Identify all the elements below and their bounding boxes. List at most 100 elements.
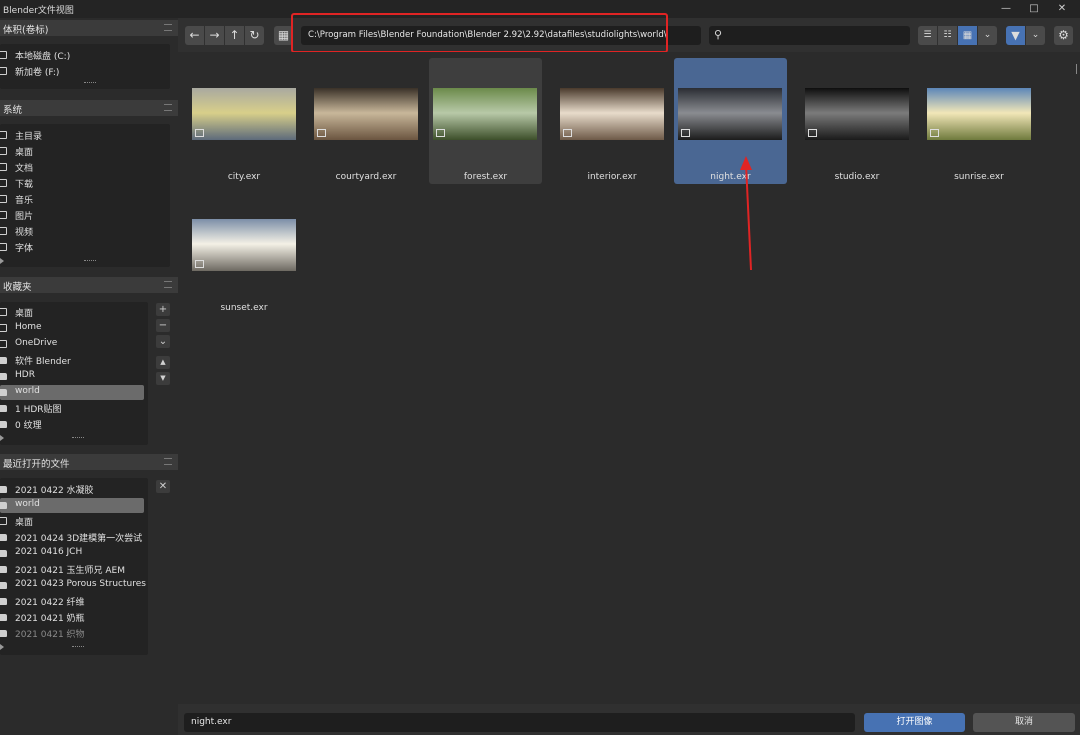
recent-item-selected[interactable]: world <box>0 498 144 513</box>
volumes-header[interactable]: 体积(卷标) <box>0 20 178 36</box>
expand-triangle-icon[interactable] <box>0 644 4 650</box>
home-icon <box>0 131 7 139</box>
move-down-icon[interactable]: ▼ <box>156 372 170 385</box>
expand-triangle-icon[interactable] <box>0 435 4 441</box>
parent-directory-icon[interactable]: ↑ <box>225 26 244 45</box>
recent-header[interactable]: 最近打开的文件 <box>0 454 178 470</box>
system-title: 系统 <box>3 105 23 116</box>
filter-chevron-down-icon[interactable]: ⌄ <box>1026 26 1045 45</box>
volume-item[interactable]: 本地磁盘 (C:) <box>0 48 144 63</box>
horizontal-list-icon[interactable]: ☷ <box>938 26 957 45</box>
system-item-home[interactable]: 主目录 <box>0 128 144 143</box>
bookmark-item[interactable]: 软件 Blender <box>0 353 144 368</box>
bookmark-menu-chevron-icon[interactable]: ⌄ <box>156 335 170 348</box>
folder-icon <box>0 614 7 621</box>
bookmark-item[interactable]: 1 HDR贴图 <box>0 401 144 416</box>
volumes-title: 体积(卷标) <box>3 25 49 36</box>
list-view-icon[interactable]: ☰ <box>918 26 937 45</box>
filter-icon[interactable]: ▼ <box>1006 26 1025 45</box>
system-item-desktop[interactable]: 桌面 <box>0 144 144 159</box>
bookmarks-header[interactable]: 收藏夹 <box>0 277 178 293</box>
drag-grip-icon[interactable] <box>164 24 172 31</box>
file-thumbnail[interactable]: city.exr <box>183 58 296 184</box>
search-input[interactable]: ⚲ <box>709 26 910 45</box>
file-thumbnail[interactable]: studio.exr <box>796 58 909 184</box>
cloud-icon <box>0 340 7 348</box>
thumbnail-image <box>927 88 1031 140</box>
thumbnail-view-icon[interactable]: ▦ <box>958 26 977 45</box>
folder-icon <box>0 421 7 428</box>
system-item-fonts[interactable]: 字体 <box>0 240 144 255</box>
recent-item[interactable]: 2021 0416 JCH <box>0 546 144 561</box>
annotation-arrow <box>740 156 752 271</box>
volume-item[interactable]: 新加卷 (F:) <box>0 64 144 79</box>
folder-icon <box>0 630 7 637</box>
folder-icon <box>0 598 7 605</box>
recent-item[interactable]: 2021 0421 玉生师兄 AEM <box>0 562 144 577</box>
add-bookmark-button[interactable]: + <box>156 303 170 316</box>
folder-icon <box>0 582 7 589</box>
bookmark-item[interactable]: Home <box>0 321 144 336</box>
bookmark-item[interactable]: 桌面 <box>0 305 144 320</box>
back-arrow-icon[interactable]: ← <box>185 26 204 45</box>
file-thumbnail[interactable]: sunrise.exr <box>918 58 1031 184</box>
recent-item[interactable]: 2021 0424 3D建模第一次尝试 <box>0 530 144 545</box>
bookmark-item[interactable]: 0 纹理 <box>0 417 144 432</box>
close-icon[interactable]: ✕ <box>1048 1 1076 17</box>
expand-triangle-icon[interactable] <box>0 258 4 264</box>
drive-icon <box>0 67 7 75</box>
file-thumbnail[interactable]: sunset.exr <box>183 189 296 315</box>
file-thumbnail[interactable]: courtyard.exr <box>305 58 418 184</box>
recent-item[interactable]: 2021 0421 奶瓶 <box>0 610 144 625</box>
home-icon <box>0 324 7 332</box>
forward-arrow-icon[interactable]: → <box>205 26 224 45</box>
recent-item[interactable]: 2021 0423 Porous Structures <box>0 578 146 593</box>
image-icon <box>317 129 326 137</box>
image-icon <box>195 260 204 268</box>
bookmark-item[interactable]: OneDrive <box>0 337 144 352</box>
bookmark-item-selected[interactable]: world <box>0 385 144 400</box>
folder-icon <box>0 486 7 493</box>
system-item-downloads[interactable]: 下载 <box>0 176 144 191</box>
file-thumbnail[interactable]: interior.exr <box>551 58 664 184</box>
resize-dots-icon[interactable] <box>84 82 96 86</box>
folder-icon <box>0 534 7 541</box>
window-title: Blender文件视图 <box>3 6 74 16</box>
folder-icon <box>0 373 7 380</box>
drive-icon <box>0 51 7 59</box>
maximize-icon[interactable]: □ <box>1020 1 1048 17</box>
file-name: interior.exr <box>587 172 637 182</box>
recent-item[interactable]: 桌面 <box>0 514 144 529</box>
recent-item[interactable]: 2021 0421 织物 <box>0 626 144 641</box>
clear-recent-button[interactable]: ✕ <box>156 480 170 493</box>
side-panel-toggle-icon[interactable] <box>1076 64 1080 74</box>
resize-dots-icon[interactable] <box>72 437 84 441</box>
font-icon <box>0 243 7 251</box>
minimize-icon[interactable]: — <box>992 1 1020 17</box>
open-image-button[interactable]: 打开图像 <box>864 713 965 732</box>
file-thumbnail-hover[interactable]: forest.exr <box>429 58 542 184</box>
system-item-pictures[interactable]: 图片 <box>0 208 144 223</box>
remove-bookmark-button[interactable]: − <box>156 319 170 332</box>
cancel-button[interactable]: 取消 <box>973 713 1075 732</box>
recent-item[interactable]: 2021 0422 纤维 <box>0 594 144 609</box>
bookmark-item[interactable]: HDR <box>0 369 144 384</box>
recent-list: 2021 0422 水凝胶 world 桌面 2021 0424 3D建模第一次… <box>0 478 148 655</box>
recent-item[interactable]: 2021 0422 水凝胶 <box>0 482 144 497</box>
file-name: sunrise.exr <box>954 172 1004 182</box>
refresh-icon[interactable]: ↻ <box>245 26 264 45</box>
system-item-music[interactable]: 音乐 <box>0 192 144 207</box>
filename-input[interactable]: night.exr <box>184 713 855 732</box>
drag-grip-icon[interactable] <box>164 104 172 111</box>
system-item-videos[interactable]: 视频 <box>0 224 144 239</box>
system-header[interactable]: 系统 <box>0 100 178 116</box>
resize-dots-icon[interactable] <box>72 646 84 650</box>
system-item-documents[interactable]: 文档 <box>0 160 144 175</box>
gear-icon[interactable]: ⚙ <box>1054 26 1073 45</box>
display-chevron-down-icon[interactable]: ⌄ <box>978 26 997 45</box>
folder-icon <box>0 405 7 412</box>
drag-grip-icon[interactable] <box>164 281 172 288</box>
drag-grip-icon[interactable] <box>164 458 172 465</box>
resize-dots-icon[interactable] <box>84 260 96 264</box>
move-up-icon[interactable]: ▲ <box>156 356 170 369</box>
